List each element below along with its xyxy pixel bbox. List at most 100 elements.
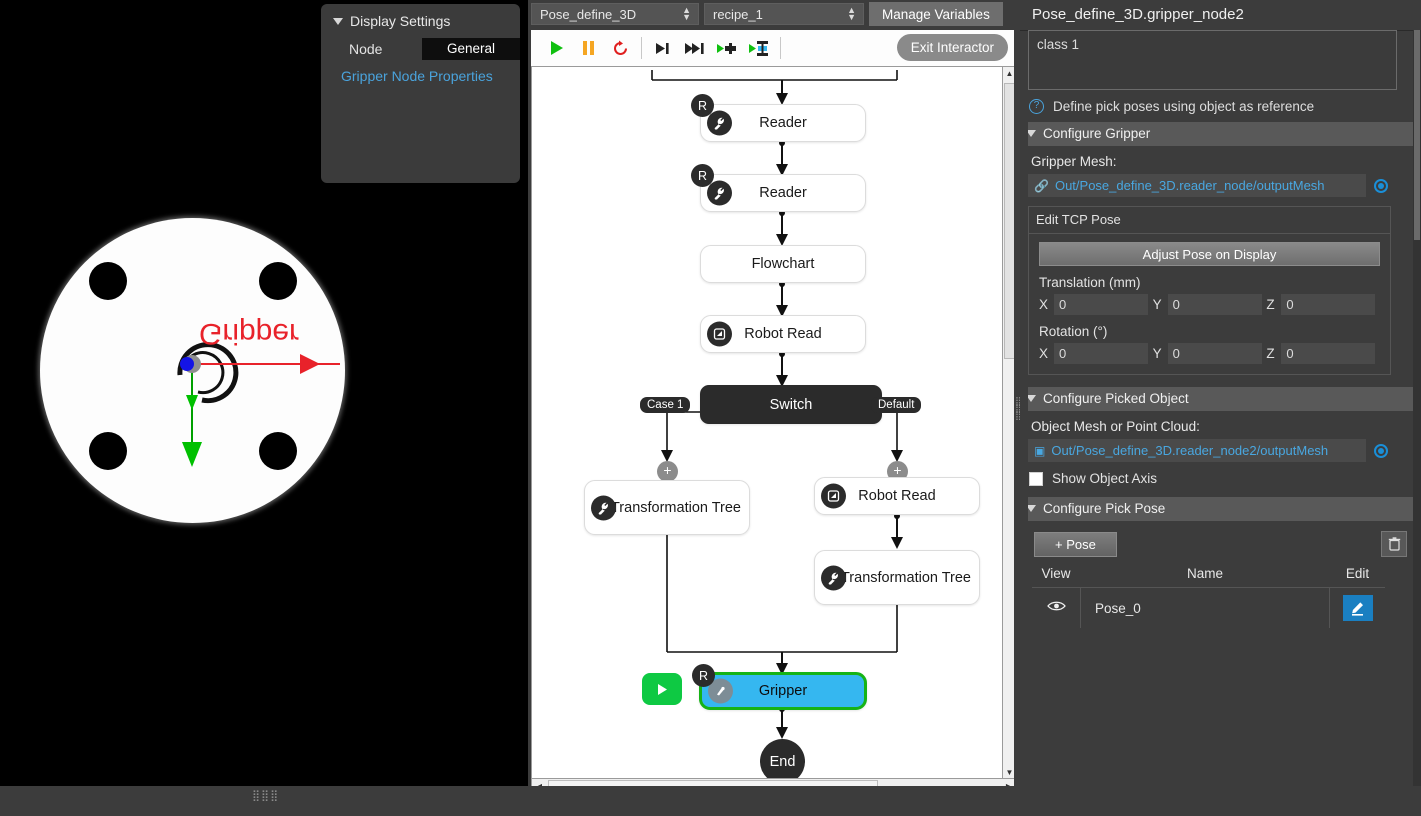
flowchart-node-transformation-tree[interactable]: Transformation Tree bbox=[814, 550, 980, 605]
flowchart-node-robot-read[interactable]: Robot Read bbox=[700, 315, 866, 353]
flowchart-node-reader[interactable]: R Reader bbox=[691, 164, 866, 212]
column-view: View bbox=[1041, 566, 1071, 581]
properties-title: Pose_define_3D.gripper_node2 bbox=[1020, 0, 1421, 31]
node-label: Gripper bbox=[758, 683, 808, 699]
translation-z-input[interactable] bbox=[1281, 294, 1376, 315]
disc-hole bbox=[89, 262, 127, 300]
manage-variables-button[interactable]: Manage Variables bbox=[869, 2, 1003, 26]
section-configure-gripper[interactable]: Configure Gripper bbox=[1028, 122, 1413, 146]
section-label: Configure Gripper bbox=[1043, 126, 1151, 141]
flowchart-node-robot-read[interactable]: Robot Read bbox=[814, 477, 980, 515]
rotation-z-input[interactable] bbox=[1281, 343, 1376, 364]
edit-tcp-pose-header: Edit TCP Pose bbox=[1029, 207, 1390, 234]
show-object-axis-row[interactable]: Show Object Axis bbox=[1028, 462, 1413, 490]
rotation-y-input[interactable] bbox=[1167, 343, 1262, 364]
display-settings-node-row: Node General bbox=[321, 38, 520, 60]
section-label: Configure Pick Pose bbox=[1043, 501, 1166, 516]
robot-icon bbox=[821, 483, 846, 509]
class-value: class 1 bbox=[1037, 37, 1080, 52]
chevron-down-icon bbox=[1028, 130, 1036, 137]
robot-icon bbox=[707, 321, 732, 347]
node-badge-r: R bbox=[692, 664, 715, 687]
flowchart-node-transformation-tree[interactable]: Transformation Tree bbox=[584, 480, 750, 535]
translation-label: Translation (mm) bbox=[1039, 275, 1141, 290]
pose-visibility-toggle[interactable] bbox=[1032, 599, 1080, 617]
display-settings-header[interactable]: Display Settings bbox=[321, 4, 520, 29]
chevron-down-icon bbox=[333, 17, 343, 25]
flowchart-node-gripper[interactable]: R Gripper bbox=[692, 664, 867, 710]
node-badge-r: R bbox=[691, 164, 714, 187]
gripper-mesh-field[interactable]: 🔗 Out/Pose_define_3D.reader_node/outputM… bbox=[1028, 174, 1366, 197]
properties-panel: Pose_define_3D.gripper_node2 class 1 ? D… bbox=[1020, 0, 1421, 816]
flowchart-canvas[interactable]: R Reader R Reader Flowchart Robot Read S… bbox=[531, 66, 1017, 780]
gripper-mesh-label: Gripper Mesh: bbox=[1031, 154, 1117, 169]
edit-tcp-pose-box: Edit TCP Pose Adjust Pose on Display Tra… bbox=[1028, 206, 1391, 375]
exit-interactor-button[interactable]: Exit Interactor bbox=[896, 34, 1008, 61]
flowchart-node-flowchart[interactable]: Flowchart bbox=[700, 245, 866, 283]
flowchart-node-end[interactable]: End bbox=[760, 739, 805, 779]
flowchart-node-switch[interactable]: Switch bbox=[700, 385, 882, 424]
reset-icon[interactable] bbox=[604, 33, 636, 63]
node-badge-r: R bbox=[691, 94, 714, 117]
project-combo[interactable]: Pose_define_3D ▲ ▼ bbox=[531, 3, 699, 25]
section-configure-picked-object[interactable]: Configure Picked Object bbox=[1028, 387, 1413, 411]
spinner-icon: ▲ ▼ bbox=[682, 5, 691, 22]
delete-pose-button[interactable] bbox=[1381, 531, 1407, 557]
flowchart-node-reader[interactable]: R Reader bbox=[691, 94, 866, 142]
translation-y-input[interactable] bbox=[1167, 294, 1262, 315]
disc-hole bbox=[89, 432, 127, 470]
flowchart-toolbar: Exit Interactor bbox=[531, 30, 1017, 66]
step-icon[interactable] bbox=[647, 33, 679, 63]
object-mesh-value: Out/Pose_define_3D.reader_node2/outputMe… bbox=[1051, 443, 1329, 458]
bottom-splitter[interactable] bbox=[0, 786, 1421, 816]
node-mode-value[interactable]: General bbox=[422, 38, 520, 60]
object-mesh-field[interactable]: ▣ Out/Pose_define_3D.reader_node2/output… bbox=[1028, 439, 1366, 462]
translation-z-label: Z bbox=[1266, 297, 1275, 312]
translation-row: X Y Z bbox=[1039, 294, 1380, 315]
select-source-icon[interactable] bbox=[1374, 443, 1388, 458]
rotation-x-input[interactable] bbox=[1054, 343, 1148, 364]
select-source-icon[interactable] bbox=[1374, 178, 1388, 193]
gripper-mesh-value: Out/Pose_define_3D.reader_node/outputMes… bbox=[1054, 178, 1325, 193]
wrench-icon bbox=[707, 180, 732, 206]
class-list-box[interactable]: class 1 bbox=[1028, 30, 1397, 90]
gripper-mesh-row: 🔗 Out/Pose_define_3D.reader_node/outputM… bbox=[1028, 174, 1413, 197]
toolbar-separator bbox=[641, 37, 642, 59]
run-icon[interactable] bbox=[540, 33, 572, 63]
wrench-icon bbox=[821, 565, 846, 590]
translation-x-input[interactable] bbox=[1054, 294, 1148, 315]
link-icon: 🔗 bbox=[1034, 178, 1049, 193]
run-from-here-button[interactable] bbox=[642, 673, 682, 705]
table-row[interactable]: Pose_0 bbox=[1032, 588, 1385, 628]
mesh-icon: ▣ bbox=[1034, 443, 1046, 458]
chevron-down-icon bbox=[1028, 395, 1036, 402]
properties-scrollbar[interactable] bbox=[1413, 30, 1421, 790]
pause-icon[interactable] bbox=[572, 33, 604, 63]
recipe-combo[interactable]: recipe_1 ▲ ▼ bbox=[704, 3, 864, 25]
help-icon[interactable]: ? bbox=[1029, 99, 1044, 114]
rotation-label: Rotation (°) bbox=[1039, 324, 1108, 339]
show-object-axis-checkbox[interactable] bbox=[1029, 471, 1043, 486]
add-pose-button[interactable]: + Pose bbox=[1034, 531, 1117, 557]
edge-label-default: Default bbox=[871, 397, 922, 413]
node-label: Flowchart bbox=[751, 256, 815, 272]
adjust-pose-on-display-button[interactable]: Adjust Pose on Display bbox=[1039, 242, 1380, 266]
translation-x-label: X bbox=[1039, 297, 1049, 312]
pose-toolbar: + Pose bbox=[1028, 521, 1413, 557]
add-node-button[interactable]: + bbox=[657, 461, 678, 482]
run-to-node-icon[interactable] bbox=[711, 33, 743, 63]
viewport-object-label: Gripper bbox=[199, 317, 300, 350]
properties-scroll-thumb[interactable] bbox=[1414, 30, 1420, 240]
gripper-node-properties-link[interactable]: Gripper Node Properties bbox=[321, 60, 520, 84]
pose-table: View Name Edit Pose_0 bbox=[1032, 566, 1385, 628]
toolbar-separator bbox=[780, 37, 781, 59]
section-configure-pick-pose[interactable]: Configure Pick Pose bbox=[1028, 497, 1413, 521]
step-over-icon[interactable] bbox=[679, 33, 711, 63]
chevron-down-icon bbox=[1028, 505, 1036, 512]
wrench-icon bbox=[591, 495, 616, 520]
edit-pose-button[interactable] bbox=[1342, 595, 1373, 621]
node-label: Switch bbox=[769, 396, 813, 413]
node-label: Robot Read bbox=[858, 488, 936, 504]
run-interactor-icon[interactable] bbox=[743, 33, 775, 63]
column-name: Name bbox=[1186, 566, 1223, 581]
